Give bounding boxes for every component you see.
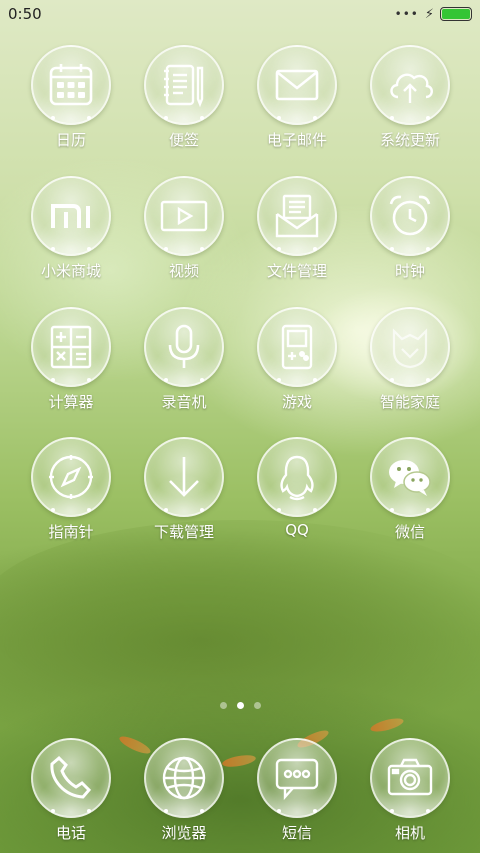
message-bubble-icon bbox=[257, 738, 337, 818]
phone-icon bbox=[31, 738, 111, 818]
status-icons: ••• ⚡ bbox=[395, 7, 472, 22]
app-label: 下载管理 bbox=[153, 523, 214, 541]
mail-icon bbox=[257, 45, 337, 125]
app-label: QQ bbox=[285, 521, 309, 539]
microphone-icon bbox=[144, 307, 224, 387]
app-label: 指南针 bbox=[48, 523, 94, 541]
page-dot[interactable] bbox=[253, 702, 261, 709]
app-label: 视频 bbox=[168, 262, 199, 280]
app-label: 小米商城 bbox=[40, 262, 101, 280]
app-system-update[interactable]: 系统更新 bbox=[355, 45, 465, 165]
app-clock[interactable]: 时钟 bbox=[355, 176, 465, 296]
more-notifications-icon: ••• bbox=[394, 7, 419, 21]
page-dot[interactable] bbox=[219, 702, 227, 709]
camera-icon bbox=[370, 738, 450, 818]
cloud-upload-icon bbox=[370, 45, 450, 125]
wallpaper-koi-fish bbox=[369, 715, 405, 735]
app-label: 微信 bbox=[394, 523, 425, 541]
dock-app-messages[interactable]: 短信 bbox=[242, 738, 352, 853]
status-time: 0:50 bbox=[8, 5, 42, 23]
file-manager-icon bbox=[257, 176, 337, 256]
app-label: 录音机 bbox=[161, 393, 207, 411]
app-label: 相机 bbox=[394, 824, 425, 842]
app-compass[interactable]: 指南针 bbox=[16, 437, 126, 557]
app-downloads[interactable]: 下载管理 bbox=[129, 437, 239, 557]
app-calculator[interactable]: 计算器 bbox=[16, 307, 126, 427]
app-label: 浏览器 bbox=[161, 824, 207, 842]
dock-app-camera[interactable]: 相机 bbox=[355, 738, 465, 853]
app-qq[interactable]: QQ bbox=[242, 437, 352, 557]
mi-logo-icon bbox=[31, 176, 111, 256]
calculator-icon bbox=[31, 307, 111, 387]
app-video[interactable]: 视频 bbox=[129, 176, 239, 296]
alarm-clock-icon bbox=[370, 176, 450, 256]
download-arrow-icon bbox=[144, 437, 224, 517]
app-label: 便签 bbox=[168, 131, 199, 149]
page-dot[interactable] bbox=[236, 702, 244, 709]
qq-penguin-icon bbox=[257, 437, 337, 517]
app-file-manager[interactable]: 文件管理 bbox=[242, 176, 352, 296]
page-indicator[interactable] bbox=[0, 702, 480, 709]
app-label: 日历 bbox=[55, 131, 86, 149]
smart-home-icon bbox=[370, 307, 450, 387]
globe-icon bbox=[144, 738, 224, 818]
app-mi-store[interactable]: 小米商城 bbox=[16, 176, 126, 296]
app-label: 电子邮件 bbox=[266, 131, 327, 149]
app-label: 文件管理 bbox=[266, 262, 327, 280]
video-play-icon bbox=[144, 176, 224, 256]
app-label: 时钟 bbox=[394, 262, 425, 280]
app-smart-home[interactable]: 智能家庭 bbox=[355, 307, 465, 427]
battery-icon bbox=[440, 7, 472, 21]
status-bar: 0:50 ••• ⚡ bbox=[0, 0, 480, 28]
app-label: 智能家庭 bbox=[379, 393, 440, 411]
notes-icon bbox=[144, 45, 224, 125]
gameboy-icon bbox=[257, 307, 337, 387]
wechat-icon bbox=[370, 437, 450, 517]
app-recorder[interactable]: 录音机 bbox=[129, 307, 239, 427]
calendar-icon bbox=[31, 45, 111, 125]
app-label: 短信 bbox=[281, 824, 312, 842]
app-email[interactable]: 电子邮件 bbox=[242, 45, 352, 165]
dock-app-phone[interactable]: 电话 bbox=[16, 738, 126, 853]
app-wechat[interactable]: 微信 bbox=[355, 437, 465, 557]
charging-icon: ⚡ bbox=[424, 6, 434, 22]
dock-app-browser[interactable]: 浏览器 bbox=[129, 738, 239, 853]
app-notes[interactable]: 便签 bbox=[129, 45, 239, 165]
app-calendar[interactable]: 日历 bbox=[16, 45, 126, 165]
battery-level bbox=[442, 9, 470, 19]
app-label: 系统更新 bbox=[379, 131, 440, 149]
compass-icon bbox=[31, 437, 111, 517]
app-label: 计算器 bbox=[48, 393, 94, 411]
app-label: 游戏 bbox=[281, 393, 312, 411]
app-games[interactable]: 游戏 bbox=[242, 307, 352, 427]
app-label: 电话 bbox=[55, 824, 86, 842]
